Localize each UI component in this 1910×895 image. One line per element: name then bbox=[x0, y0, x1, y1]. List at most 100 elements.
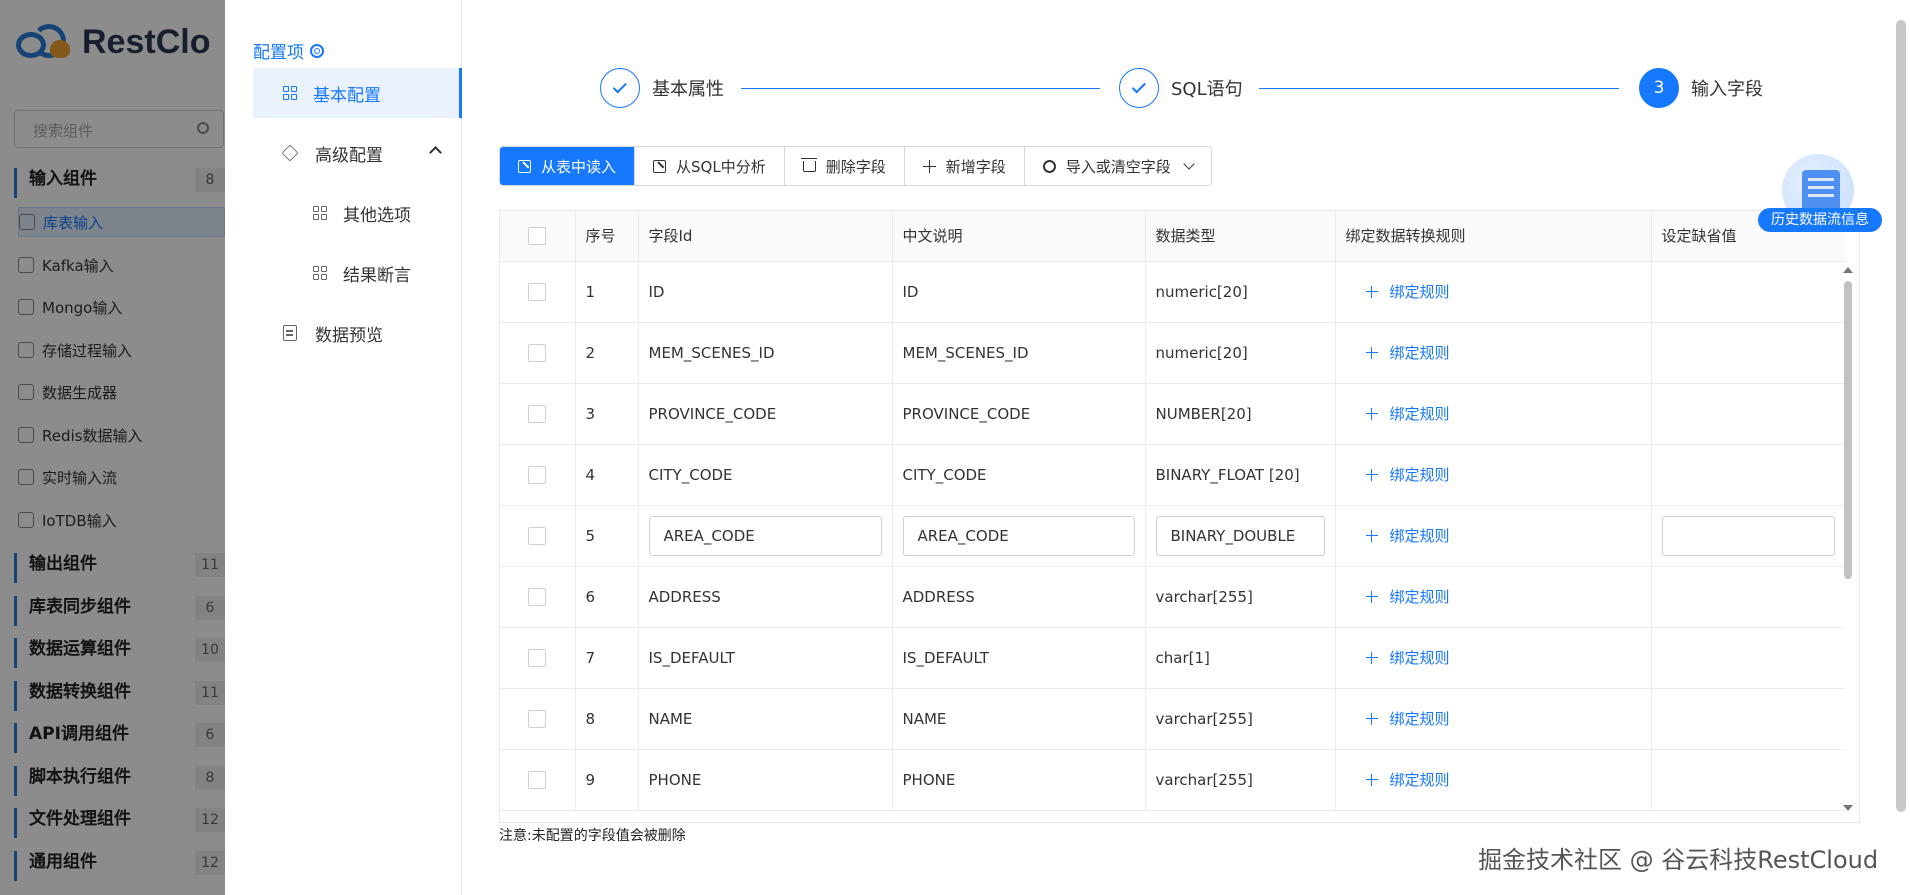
step-label: SQL语句 bbox=[1171, 79, 1243, 100]
select-all-checkbox[interactable] bbox=[528, 226, 547, 245]
bind-rule-link[interactable]: 绑定规则 bbox=[1346, 464, 1651, 485]
field-id-cell: IS_DEFAULT bbox=[638, 627, 893, 689]
step-connector bbox=[741, 88, 1100, 89]
row-checkbox[interactable] bbox=[528, 709, 547, 728]
plus-icon bbox=[922, 159, 936, 173]
default-value-input[interactable] bbox=[1661, 515, 1835, 556]
step-sql-statement[interactable]: SQL语句 bbox=[1119, 68, 1243, 108]
step-basic-properties[interactable]: 基本属性 bbox=[600, 68, 724, 108]
row-checkbox[interactable] bbox=[528, 526, 547, 545]
bind-rule-link[interactable]: 绑定规则 bbox=[1346, 647, 1651, 668]
row-select-cell bbox=[500, 749, 576, 811]
description-cell: IS_DEFAULT bbox=[892, 627, 1146, 689]
nav-advanced-config[interactable]: 高级配置 bbox=[281, 128, 462, 178]
bind-rule-link[interactable]: 绑定规则 bbox=[1346, 708, 1651, 729]
bind-rule-cell: 绑定规则 bbox=[1335, 566, 1652, 628]
table-scrollbar[interactable] bbox=[1842, 265, 1854, 811]
step-label: 输入字段 bbox=[1691, 79, 1763, 100]
read-from-table-button[interactable]: 从表中读入 bbox=[500, 147, 636, 185]
row-checkbox[interactable] bbox=[528, 770, 547, 789]
scroll-thumb[interactable] bbox=[1844, 281, 1852, 579]
bind-rule-label: 绑定规则 bbox=[1389, 649, 1450, 667]
drawer-scrollbar[interactable] bbox=[1896, 20, 1906, 812]
nav-basic-config[interactable]: 基本配置 bbox=[253, 68, 462, 118]
table-row[interactable]: 7 IS_DEFAULT IS_DEFAULT char[1] 绑定规则 bbox=[500, 627, 1845, 689]
bind-rule-link[interactable]: 绑定规则 bbox=[1346, 403, 1651, 424]
row-select-cell bbox=[500, 627, 576, 689]
table-row[interactable]: 1 ID ID numeric[20] 绑定规则 bbox=[500, 261, 1845, 323]
table-row[interactable]: 3 PROVINCE_CODE PROVINCE_CODE NUMBER[20] 绑定规… bbox=[500, 383, 1845, 445]
table-row[interactable]: 6 ADDRESS ADDRESS varchar[255] 绑定规则 bbox=[500, 566, 1845, 628]
unconfigured-fields-note: 注意:未配置的字段值会被删除 bbox=[499, 828, 686, 844]
fields-table: 序号 字段Id 中文说明 数据类型 绑定数据转换规则 设定缺省值 1 ID ID nu… bbox=[499, 210, 1860, 823]
bind-rule-link[interactable]: 绑定规则 bbox=[1346, 586, 1651, 607]
document-icon bbox=[1802, 170, 1840, 212]
button-label: 从SQL中分析 bbox=[676, 157, 766, 176]
config-drawer: 配置项 基本配置 高级配置 其他选项 结果断言 数据预览 基本属性 SQL语句 … bbox=[225, 0, 1910, 895]
plus-icon bbox=[1365, 468, 1378, 481]
analyze-from-sql-button[interactable]: 从SQL中分析 bbox=[635, 147, 785, 185]
delete-field-button[interactable]: 删除字段 bbox=[784, 147, 905, 185]
bind-rule-link[interactable]: 绑定规则 bbox=[1346, 342, 1651, 363]
modal-mask[interactable] bbox=[0, 0, 225, 895]
bind-rule-link[interactable]: 绑定规则 bbox=[1346, 769, 1651, 790]
plus-icon bbox=[1365, 346, 1378, 359]
bind-rule-cell: 绑定规则 bbox=[1335, 627, 1652, 689]
plus-icon bbox=[1365, 285, 1378, 298]
bind-rule-link[interactable]: 绑定规则 bbox=[1346, 525, 1651, 546]
bind-rule-link[interactable]: 绑定规则 bbox=[1346, 281, 1651, 302]
description-cell: ADDRESS bbox=[892, 566, 1146, 628]
config-nav: 配置项 基本配置 高级配置 其他选项 结果断言 数据预览 bbox=[225, 0, 462, 895]
nav-label: 其他选项 bbox=[343, 205, 411, 226]
default-value-cell bbox=[1651, 505, 1845, 567]
field-id-input[interactable]: AREA_CODE bbox=[648, 515, 882, 556]
button-label: 新增字段 bbox=[945, 157, 1006, 176]
bind-rule-label: 绑定规则 bbox=[1389, 344, 1450, 362]
row-number: 5 bbox=[575, 505, 639, 567]
nav-other-options[interactable]: 其他选项 bbox=[313, 188, 411, 238]
description-input[interactable]: AREA_CODE bbox=[902, 515, 1135, 556]
table-row[interactable]: 9 PHONE PHONE varchar[255] 绑定规则 bbox=[500, 749, 1845, 811]
default-value-cell bbox=[1651, 261, 1845, 323]
table-row[interactable]: 5 AREA_CODE AREA_CODE BINARY_DOUBLE 绑定规则 bbox=[500, 505, 1845, 567]
row-checkbox[interactable] bbox=[528, 343, 547, 362]
table-row[interactable]: 2 MEM_SCENES_ID MEM_SCENES_ID numeric[20] 绑定… bbox=[500, 322, 1845, 384]
cube-icon bbox=[281, 144, 299, 162]
preview-icon bbox=[283, 325, 297, 341]
history-dataflow-badge[interactable]: 历史数据流信息 bbox=[1758, 150, 1882, 235]
scroll-up-arrow[interactable] bbox=[1843, 267, 1853, 273]
nav-result-assertion[interactable]: 结果断言 bbox=[313, 248, 411, 298]
plus-icon bbox=[1365, 773, 1378, 786]
step-done-icon bbox=[600, 68, 640, 108]
table-row[interactable]: 4 CITY_CODE CITY_CODE BINARY_FLOAT [20] 绑定规则 bbox=[500, 444, 1845, 506]
field-id-cell: ID bbox=[638, 261, 893, 323]
table-row[interactable]: 8 NAME NAME varchar[255] 绑定规则 bbox=[500, 688, 1845, 750]
row-checkbox[interactable] bbox=[528, 282, 547, 301]
import-or-clear-dropdown[interactable]: 导入或清空字段 bbox=[1024, 147, 1211, 185]
field-toolbar: 从表中读入 从SQL中分析 删除字段 新增字段 导入或清空字段 bbox=[499, 146, 1212, 186]
data-type-input[interactable]: BINARY_DOUBLE bbox=[1155, 515, 1325, 556]
row-checkbox[interactable] bbox=[528, 404, 547, 423]
bind-rule-label: 绑定规则 bbox=[1389, 405, 1450, 423]
default-value-cell bbox=[1651, 322, 1845, 384]
scroll-down-arrow[interactable] bbox=[1843, 805, 1853, 811]
select-all-cell bbox=[500, 211, 576, 262]
row-checkbox[interactable] bbox=[528, 648, 547, 667]
step-input-fields[interactable]: 3 输入字段 bbox=[1639, 68, 1763, 108]
nav-data-preview[interactable]: 数据预览 bbox=[283, 308, 383, 358]
plus-icon bbox=[1365, 407, 1378, 420]
row-checkbox[interactable] bbox=[528, 587, 547, 606]
row-select-cell bbox=[500, 566, 576, 628]
add-field-button[interactable]: 新增字段 bbox=[904, 147, 1025, 185]
grid-icon bbox=[283, 86, 297, 100]
bind-rule-label: 绑定规则 bbox=[1389, 710, 1450, 728]
step-number-badge: 3 bbox=[1639, 68, 1679, 108]
row-checkbox[interactable] bbox=[528, 465, 547, 484]
row-number: 1 bbox=[575, 261, 639, 323]
nav-label: 结果断言 bbox=[343, 265, 411, 286]
default-value-cell bbox=[1651, 627, 1845, 689]
row-number: 4 bbox=[575, 444, 639, 506]
history-badge-label: 历史数据流信息 bbox=[1758, 208, 1882, 232]
data-type-value: BINARY_DOUBLE bbox=[1170, 526, 1296, 545]
grid-icon bbox=[313, 206, 327, 220]
